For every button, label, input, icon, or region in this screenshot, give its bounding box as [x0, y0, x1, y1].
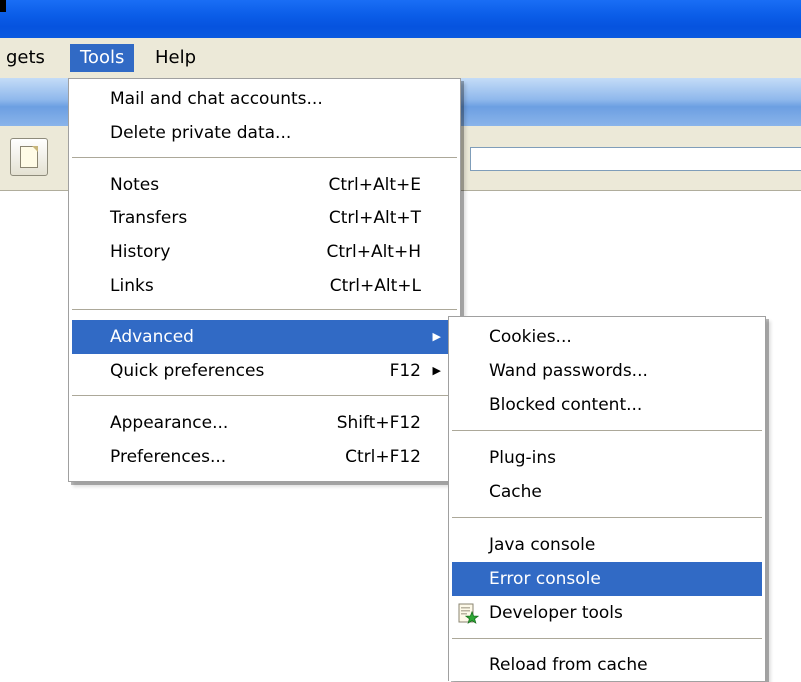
- menu-item-label: Plug-ins: [489, 448, 557, 468]
- menu-tools[interactable]: Tools: [70, 44, 135, 72]
- menu-item-links[interactable]: Links Ctrl+Alt+L: [72, 269, 457, 303]
- menu-item-shortcut: Ctrl+Alt+L: [329, 276, 421, 296]
- new-page-button[interactable]: [10, 138, 48, 176]
- menu-item-shortcut: Ctrl+Alt+T: [328, 208, 421, 228]
- menu-separator: [72, 309, 457, 310]
- menu-separator: [72, 395, 457, 396]
- menu-item-error-console[interactable]: Error console: [452, 562, 762, 596]
- menu-item-label: Cookies...: [489, 327, 572, 347]
- menu-item-shortcut: Ctrl+Alt+H: [326, 242, 421, 262]
- submenu-arrow-icon: ▶: [432, 330, 441, 343]
- menu-widgets[interactable]: gets: [0, 44, 55, 72]
- menu-item-label: Transfers: [110, 208, 188, 228]
- advanced-submenu: Cookies... Wand passwords... Blocked con…: [448, 316, 766, 681]
- menu-item-label: Delete private data...: [110, 123, 292, 143]
- menu-item-notes[interactable]: Notes Ctrl+Alt+E: [72, 168, 457, 202]
- menu-item-shortcut: Ctrl+Alt+E: [328, 175, 422, 195]
- menu-item-label: Reload from cache: [489, 655, 648, 675]
- menu-bar: gets Tools Help: [0, 38, 801, 78]
- menu-item-label: Developer tools: [489, 603, 623, 623]
- menu-item-label: Preferences...: [110, 447, 227, 467]
- menu-item-blocked-content[interactable]: Blocked content...: [452, 388, 762, 422]
- menu-item-label: Blocked content...: [489, 395, 643, 415]
- menu-item-cache[interactable]: Cache: [452, 475, 762, 509]
- tools-menu: Mail and chat accounts... Delete private…: [68, 78, 461, 482]
- submenu-arrow-icon: ▶: [432, 364, 441, 377]
- address-field[interactable]: [470, 147, 801, 171]
- menu-item-cookies[interactable]: Cookies...: [452, 320, 762, 354]
- document-icon: [20, 146, 38, 168]
- menu-item-reload-from-cache[interactable]: Reload from cache: [452, 648, 762, 682]
- menu-item-quick-preferences[interactable]: Quick preferences F12 ▶: [72, 354, 457, 388]
- title-bar: [0, 0, 801, 38]
- menu-item-shortcut: Shift+F12: [336, 413, 421, 433]
- menu-item-label: History: [110, 242, 171, 262]
- menu-separator: [72, 157, 457, 158]
- menu-separator: [452, 517, 762, 518]
- menu-item-label: Quick preferences: [110, 361, 265, 381]
- menu-item-preferences[interactable]: Preferences... Ctrl+F12: [72, 440, 457, 474]
- menu-item-delete-private-data[interactable]: Delete private data...: [72, 116, 457, 150]
- menu-separator: [452, 638, 762, 639]
- menu-item-label: Cache: [489, 482, 542, 502]
- developer-tools-icon: [458, 603, 479, 624]
- menu-item-label: Notes: [110, 175, 160, 195]
- menu-item-label: Error console: [489, 569, 601, 589]
- menu-item-label: Advanced: [110, 327, 194, 347]
- menu-item-label: Mail and chat accounts...: [110, 89, 323, 109]
- menu-item-label: Appearance...: [110, 413, 229, 433]
- menu-item-developer-tools[interactable]: Developer tools: [452, 596, 762, 630]
- menu-separator: [452, 430, 762, 431]
- menu-item-label: Wand passwords...: [489, 361, 648, 381]
- title-bar-corner: [0, 0, 6, 12]
- menu-item-shortcut: F12: [389, 361, 421, 381]
- menu-item-wand-passwords[interactable]: Wand passwords...: [452, 354, 762, 388]
- menu-item-plug-ins[interactable]: Plug-ins: [452, 441, 762, 475]
- menu-item-advanced[interactable]: Advanced ▶: [72, 320, 457, 354]
- menu-item-label: Java console: [489, 535, 596, 555]
- menu-item-appearance[interactable]: Appearance... Shift+F12: [72, 406, 457, 440]
- menu-item-mail-and-chat-accounts[interactable]: Mail and chat accounts...: [72, 82, 457, 116]
- menu-item-shortcut: Ctrl+F12: [345, 447, 421, 467]
- menu-item-history[interactable]: History Ctrl+Alt+H: [72, 235, 457, 269]
- menu-item-transfers[interactable]: Transfers Ctrl+Alt+T: [72, 201, 457, 235]
- menu-item-label: Links: [110, 276, 154, 296]
- menu-help[interactable]: Help: [145, 44, 206, 72]
- menu-item-java-console[interactable]: Java console: [452, 528, 762, 562]
